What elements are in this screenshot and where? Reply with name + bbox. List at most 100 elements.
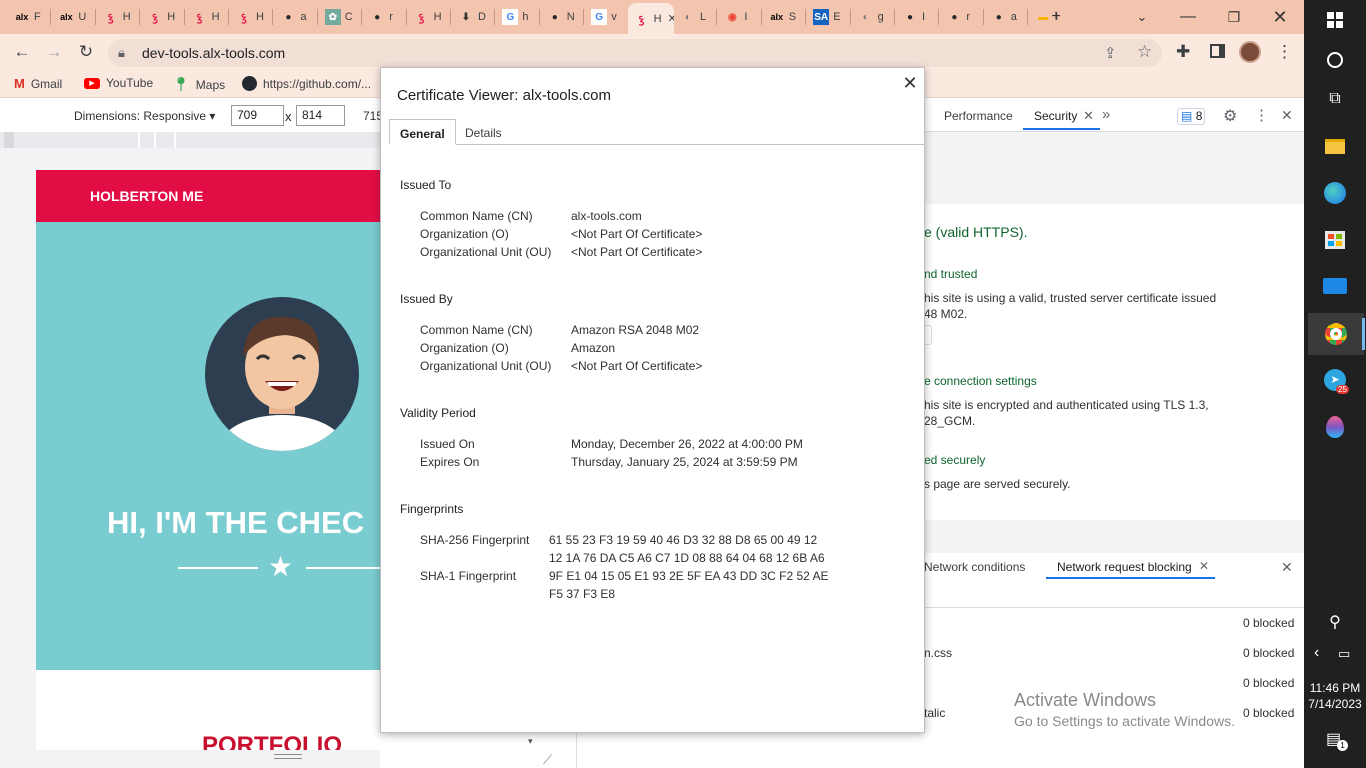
network-icon[interactable]: ▭ [1338,646,1350,662]
browser-tab[interactable]: ● a [274,4,316,30]
field-value: Thursday, January 25, 2024 at 3:59:59 PM [571,455,798,469]
browser-tab[interactable]: ꝣH [230,4,272,30]
close-dialog-icon[interactable]: ✕ [900,73,920,97]
close-drawer-tab-icon[interactable]: ✕ [1199,559,1209,573]
resources-heading: ed securely [924,453,986,467]
view-certificate-button[interactable] [924,325,932,345]
show-hidden-icons-chevron[interactable]: ‹ [1314,644,1319,662]
close-drawer-icon[interactable]: ✕ [1281,559,1293,576]
browser-tab[interactable]: ◉ I [718,4,760,30]
url-text[interactable]: dev-tools.alx-tools.com [142,45,285,61]
close-devtools-icon[interactable]: ✕ [1281,107,1293,124]
bookmark-gmail[interactable]: M Gmail [14,76,62,91]
media-query-ruler[interactable] [0,132,380,148]
browser-tab[interactable]: ● a [985,4,1027,30]
lock-icon[interactable]: 🔒︎ [118,45,125,61]
browser-tab[interactable]: alx S [763,4,805,30]
taskbar-clock[interactable]: 11:46 PM 7/14/2023 [1304,680,1366,712]
task-view-icon[interactable]: ⧉ [1311,79,1359,119]
side-panel-icon[interactable] [1210,44,1225,58]
tab-performance[interactable]: Performance [944,109,1013,123]
browser-tab[interactable]: ◐ g [852,4,894,30]
file-explorer-icon[interactable] [1311,126,1359,166]
browser-tab[interactable]: ⬇ D [452,4,494,30]
scroll-down-icon[interactable]: ▾ [528,736,533,747]
new-tab-button[interactable]: + [1034,4,1078,30]
browser-tab[interactable]: SA E [807,4,849,30]
browser-tab[interactable]: ● r [363,4,405,30]
tab-search-chevron-icon[interactable]: ⌄ [1120,4,1164,30]
bookmark-star-icon[interactable]: ☆ [1137,42,1152,62]
tab-network-request-blocking[interactable]: Network request blocking [1057,560,1192,574]
store-icon[interactable] [1311,220,1359,260]
star-icon: ★ [268,551,294,582]
fingerprint-value: F5 37 F3 E8 [549,587,616,601]
width-input[interactable]: 709 [231,105,284,126]
back-arrow-icon[interactable]: ← [8,39,36,65]
mail-icon[interactable] [1311,266,1359,306]
field-label: Organization (O) [420,227,509,241]
browser-tab[interactable]: ✿ C [319,4,361,30]
browser-tab[interactable]: ꝣH [141,4,183,30]
bookmark-youtube[interactable]: ▶ YouTube [84,76,153,90]
browser-tab[interactable]: ● r [940,4,982,30]
browser-tab[interactable]: ꝣH [408,4,450,30]
fingerprint-value: 9F E1 04 15 05 E1 93 2E 5F EA 43 DD 3C F… [549,569,829,583]
more-tabs-icon[interactable]: » [1102,106,1110,123]
forward-arrow-icon[interactable]: → [40,39,68,65]
bookmark-label: YouTube [106,76,154,90]
tab-network-conditions[interactable]: Network conditions [924,560,1025,574]
telegram-icon[interactable]: ➤ [1311,360,1359,400]
profile-avatar[interactable] [1239,41,1261,63]
blocked-count: 0 blocked [1243,616,1295,630]
tab-label: r [389,11,393,23]
tab-security[interactable]: Security [1034,109,1077,123]
tab-label: N [566,11,575,23]
browser-tab[interactable]: ꝣH [97,4,139,30]
tab-label: F [34,11,41,23]
bookmark-maps[interactable]: 📍︎ Maps [172,76,225,93]
tab-separator [716,9,718,25]
corner-resize-icon[interactable]: ⟋ [543,752,552,768]
close-tab-icon[interactable]: ✕ [1083,108,1094,124]
browser-tab[interactable]: ● I [896,4,938,30]
close-window-button[interactable]: ✕ [1258,4,1302,30]
tab-details[interactable]: Details [455,119,512,145]
browser-tab[interactable]: ◐ L [674,4,716,30]
reload-icon[interactable]: ↻ [72,39,100,65]
tab-general[interactable]: General [389,119,456,145]
tab-separator [361,9,363,25]
browser-tab[interactable]: ꝣ H ✕ [627,3,674,34]
settings-gear-icon[interactable]: ⚙ [1223,106,1237,126]
paint-drop-icon[interactable] [1311,407,1359,447]
dialog-title: Certificate Viewer: alx-tools.com [397,87,611,104]
share-icon[interactable]: ⇪ [1104,44,1117,62]
resize-handle[interactable] [274,754,302,759]
tab-label: H [211,11,220,23]
minimize-button[interactable]: — [1166,4,1210,30]
restore-button[interactable]: ❐ [1212,4,1256,30]
windows-start-icon[interactable] [1311,0,1359,40]
height-input[interactable]: 814 [296,105,345,126]
blocked-pattern[interactable]: n.css [924,646,952,660]
menu-kebab-icon[interactable]: ⋮ [1276,42,1293,62]
devtools-menu-icon[interactable]: ⋮ [1254,106,1269,124]
browser-tab[interactable]: Gv [585,4,627,30]
browser-tab[interactable]: alx U [52,4,94,30]
browser-tab[interactable]: Gh [496,4,538,30]
browser-tab[interactable]: alx F [8,4,50,30]
youtube-icon: ▶ [84,77,100,89]
dimensions-dropdown[interactable]: Dimensions: Responsive ▾ [74,109,215,123]
bookmark-github[interactable]: https://github.com/... [242,76,371,91]
chrome-taskbar-icon[interactable] [1308,313,1364,355]
search-circle-icon[interactable] [1311,40,1359,80]
blocked-pattern[interactable]: talic [924,706,945,720]
site-brand[interactable]: HOLBERTON ME [90,188,203,204]
people-icon[interactable]: ⚲ [1311,602,1359,642]
issues-badge[interactable]: ▤ 8 [1177,108,1205,125]
browser-tab[interactable]: ꝣH [186,4,228,30]
field-label: Organization (O) [420,341,509,355]
extensions-puzzle-icon[interactable]: ✚ [1176,42,1190,62]
browser-tab[interactable]: ● N [541,4,583,30]
edge-icon[interactable] [1311,173,1359,213]
